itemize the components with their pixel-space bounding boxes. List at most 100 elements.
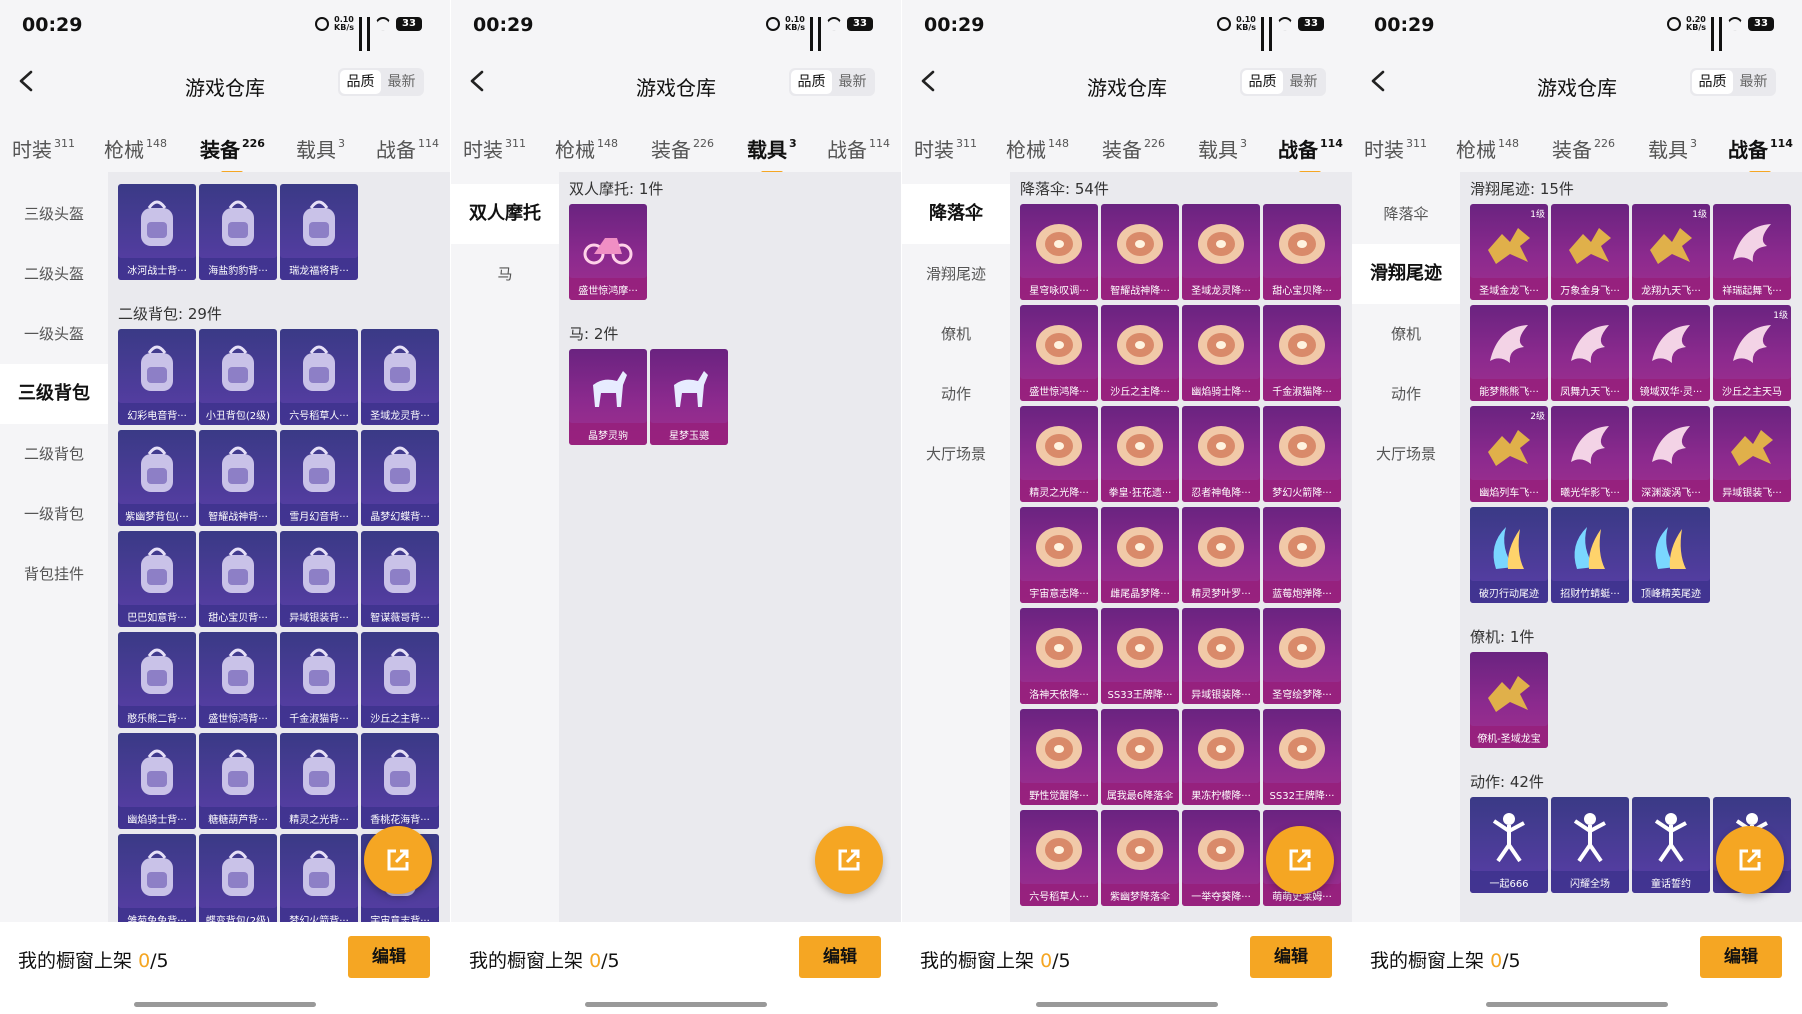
tab-3[interactable]: 载具 3 [1648, 134, 1697, 163]
item-card[interactable]: 幽焰骑士背··· [118, 733, 196, 829]
sort-latest-button[interactable]: 最新 [832, 70, 873, 94]
tab-2[interactable]: 装备 226 [651, 134, 714, 163]
sidebar-item[interactable]: 双人摩托 [451, 184, 559, 244]
item-card[interactable]: 精灵之光背··· [280, 733, 358, 829]
tab-0[interactable]: 时装 311 [1364, 134, 1427, 163]
item-card[interactable]: 智耀战神背··· [199, 430, 277, 526]
item-card[interactable]: 紫幽梦背包(··· [118, 430, 196, 526]
item-card[interactable]: 香桃花海背··· [361, 733, 439, 829]
sidebar-item[interactable]: 动作 [1352, 364, 1460, 424]
edit-button[interactable]: 编辑 [348, 936, 430, 978]
sort-quality-button[interactable]: 品质 [1692, 70, 1733, 94]
tab-4[interactable]: 战备 114 [376, 134, 439, 163]
item-card[interactable]: 紫幽梦降落伞 [1101, 810, 1179, 906]
sidebar-item[interactable]: 僚机 [1352, 304, 1460, 364]
sort-latest-button[interactable]: 最新 [1283, 70, 1324, 94]
item-card[interactable]: 海盐豹豹背··· [199, 184, 277, 280]
item-card[interactable]: 智谋薇哥背··· [361, 531, 439, 627]
item-card[interactable]: 僚机-圣域龙宝 [1470, 652, 1548, 748]
tab-3[interactable]: 载具 3 [747, 134, 797, 175]
item-card[interactable]: 能梦熊熊飞··· [1470, 305, 1548, 401]
item-card[interactable]: 异域银装降··· [1182, 608, 1260, 704]
item-card[interactable]: 巴巴如意背··· [118, 531, 196, 627]
item-card[interactable]: 星穹咏叹调··· [1020, 204, 1098, 300]
item-card[interactable]: SS32王牌降··· [1263, 709, 1341, 805]
tab-3[interactable]: 载具 3 [296, 134, 345, 163]
edit-button[interactable]: 编辑 [1250, 936, 1332, 978]
item-card[interactable]: 洛神天依降··· [1020, 608, 1098, 704]
item-card[interactable]: 忍者神龟降··· [1182, 406, 1260, 502]
item-card[interactable]: 雌尾晶梦降··· [1101, 507, 1179, 603]
sidebar-item[interactable]: 僚机 [902, 304, 1010, 364]
item-card[interactable]: 野性觉醒降··· [1020, 709, 1098, 805]
item-card[interactable]: 蓝莓炮弹降··· [1263, 507, 1341, 603]
item-card[interactable]: 童话誓约 [1632, 797, 1710, 893]
item-card[interactable]: 异域银装飞··· [1713, 406, 1791, 502]
item-card[interactable]: 六号稻草人··· [280, 329, 358, 425]
item-card[interactable]: 盛世惊鸿背··· [199, 632, 277, 728]
sidebar-item[interactable]: 一级头盔 [0, 304, 108, 364]
item-card[interactable]: 圣穹绘梦降··· [1263, 608, 1341, 704]
item-card[interactable]: 雏菊兔兔背··· [118, 834, 196, 922]
item-card[interactable]: 精灵梦叶罗··· [1182, 507, 1260, 603]
tab-2[interactable]: 装备 226 [1552, 134, 1615, 163]
item-card[interactable]: 沙丘之主降··· [1101, 305, 1179, 401]
item-card[interactable]: 拳皇·狂花遗··· [1101, 406, 1179, 502]
sort-latest-button[interactable]: 最新 [381, 70, 422, 94]
edit-button[interactable]: 编辑 [1700, 936, 1782, 978]
sidebar-item[interactable]: 滑翔尾迹 [902, 244, 1010, 304]
sidebar-item[interactable]: 背包挂件 [0, 544, 108, 604]
tab-1[interactable]: 枪械 148 [1006, 134, 1069, 163]
tab-0[interactable]: 时装 311 [914, 134, 977, 163]
item-card[interactable]: 小丑背包(2级) [199, 329, 277, 425]
sidebar-item[interactable]: 三级头盔 [0, 184, 108, 244]
tab-4[interactable]: 战备 114 [1278, 134, 1343, 175]
sort-quality-button[interactable]: 品质 [791, 70, 832, 94]
tab-1[interactable]: 枪械 148 [1456, 134, 1519, 163]
sidebar-item[interactable]: 大厅场景 [1352, 424, 1460, 484]
share-button[interactable] [1266, 826, 1334, 894]
item-card[interactable]: 破刃行动尾迹 [1470, 507, 1548, 603]
item-card[interactable]: 属我最6降落伞 [1101, 709, 1179, 805]
item-card[interactable]: 异域银装背··· [280, 531, 358, 627]
sort-quality-button[interactable]: 品质 [340, 70, 381, 94]
item-card[interactable]: 智耀战神降··· [1101, 204, 1179, 300]
item-card[interactable]: 2级 幽焰列车飞··· [1470, 406, 1548, 502]
item-card[interactable]: 冰河战士背··· [118, 184, 196, 280]
item-card[interactable]: 一举夺葵降··· [1182, 810, 1260, 906]
item-card[interactable]: 雪月幻音背··· [280, 430, 358, 526]
item-card[interactable]: 万象金身飞··· [1551, 204, 1629, 300]
item-card[interactable]: 宇宙意志降··· [1020, 507, 1098, 603]
item-card[interactable]: 顶峰精英尾迹 [1632, 507, 1710, 603]
sort-quality-button[interactable]: 品质 [1242, 70, 1283, 94]
sidebar-item[interactable]: 二级头盔 [0, 244, 108, 304]
tab-4[interactable]: 战备 114 [827, 134, 890, 163]
item-card[interactable]: 幽焰骑士降··· [1182, 305, 1260, 401]
item-card[interactable]: SS33王牌降··· [1101, 608, 1179, 704]
item-card[interactable]: 1级 圣域金龙飞··· [1470, 204, 1548, 300]
item-card[interactable]: 曦光华影飞··· [1551, 406, 1629, 502]
tab-2[interactable]: 装备 226 [200, 134, 265, 175]
item-card[interactable]: 梦幻火箭背··· [280, 834, 358, 922]
item-card[interactable]: 盛世惊鸿摩··· [569, 204, 647, 300]
sidebar-item[interactable]: 三级背包 [0, 364, 108, 424]
item-card[interactable]: 梦幻火箭降··· [1263, 406, 1341, 502]
tab-2[interactable]: 装备 226 [1102, 134, 1165, 163]
item-card[interactable]: 闪耀全场 [1551, 797, 1629, 893]
item-card[interactable]: 甜心宝贝背··· [199, 531, 277, 627]
item-card[interactable]: 沙丘之主背··· [361, 632, 439, 728]
item-card[interactable]: 憨乐熊二背··· [118, 632, 196, 728]
item-card[interactable]: 精灵之光降··· [1020, 406, 1098, 502]
item-card[interactable]: 糖糖葫芦背··· [199, 733, 277, 829]
item-card[interactable]: 果冻柠檬降··· [1182, 709, 1260, 805]
item-card[interactable]: 千金淑猫背··· [280, 632, 358, 728]
item-card[interactable]: 星梦玉骢 [650, 349, 728, 445]
item-card[interactable]: 幻彩电音背··· [118, 329, 196, 425]
item-card[interactable]: 圣域龙灵背··· [361, 329, 439, 425]
share-button[interactable] [815, 826, 883, 894]
item-card[interactable]: 晶梦幻蝶背··· [361, 430, 439, 526]
item-card[interactable]: 深渊漩涡飞··· [1632, 406, 1710, 502]
item-card[interactable]: 盛世惊鸿降··· [1020, 305, 1098, 401]
item-card[interactable]: 晶梦灵驹 [569, 349, 647, 445]
sidebar-item[interactable]: 二级背包 [0, 424, 108, 484]
